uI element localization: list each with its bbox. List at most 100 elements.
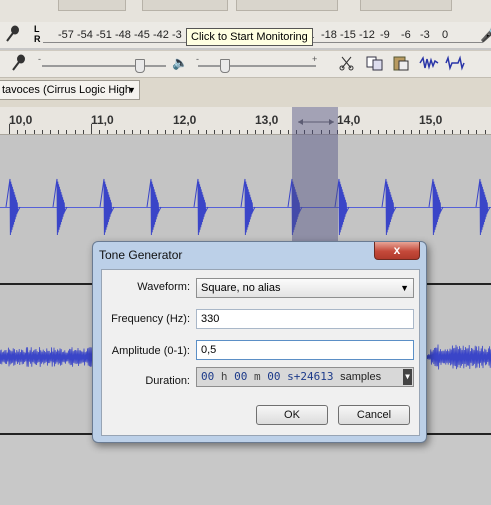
ruler-tick	[91, 124, 92, 134]
cancel-button[interactable]: Cancel	[338, 405, 410, 425]
ruler-tick	[75, 130, 76, 134]
ruler-tick	[419, 130, 420, 134]
ruler-tick	[378, 130, 379, 134]
ruler-tick	[230, 130, 231, 134]
duration-label: Duration:	[145, 375, 190, 387]
ruler-tick	[181, 130, 182, 134]
mixer-toolbar: - 🔈 - +	[0, 50, 491, 77]
ruler-tick	[476, 130, 477, 134]
microphone-icon[interactable]	[6, 25, 20, 46]
ruler-tick	[132, 130, 133, 134]
ruler-tick	[42, 130, 43, 134]
ruler-label: 12,0	[173, 113, 197, 127]
meter-scale-label: -51	[96, 29, 112, 41]
ruler-tick	[124, 130, 125, 134]
amplitude-input[interactable]: 0,5	[196, 340, 414, 360]
silence-audio-icon[interactable]	[444, 53, 466, 73]
meter-scale-label: -18	[321, 29, 337, 41]
ruler-label: 11,0	[91, 113, 114, 127]
ruler-tick	[9, 124, 10, 134]
waveform-spike	[475, 178, 491, 236]
ruler-tick	[403, 130, 404, 134]
timeline-ruler[interactable]: 10,0 11,0 12,0 13,0 14,0 15,0	[0, 107, 491, 135]
duration-time-control[interactable]: 00 h 00 m 00 s+24613 samples ▼	[196, 367, 414, 387]
ruler-tick	[271, 130, 272, 134]
ruler-tick	[66, 130, 67, 134]
toolbar-group-edge	[236, 0, 338, 11]
ruler-tick	[165, 130, 166, 134]
recording-device-select[interactable]: tavoces (Cirrus Logic High ▼	[0, 80, 140, 100]
dialog-body: Waveform: Square, no alias ▼ Frequency (…	[101, 269, 420, 436]
frequency-input[interactable]: 330	[196, 309, 414, 329]
waveform-value: Square, no alias	[201, 282, 281, 294]
copy-icon[interactable]	[364, 53, 386, 73]
ruler-tick	[427, 130, 428, 134]
ok-button[interactable]: OK	[256, 405, 328, 425]
meter-scale-label: -57	[58, 29, 74, 41]
output-volume-slider-thumb[interactable]	[219, 59, 230, 73]
chevron-down-icon: ▼	[400, 283, 409, 293]
ruler-tick	[222, 130, 223, 134]
ruler-tick	[34, 130, 35, 134]
slider-plus-icon: +	[312, 54, 318, 64]
ruler-tick	[247, 130, 248, 134]
ruler-tick	[239, 130, 240, 134]
toolbar-group-edge	[142, 0, 228, 11]
left-channel-label: L	[34, 24, 40, 34]
input-volume-slider-thumb[interactable]	[134, 59, 145, 73]
meter-scale-label: -45	[134, 29, 150, 41]
ruler-tick	[107, 130, 108, 134]
chevron-down-icon[interactable]: ▼	[403, 369, 412, 385]
ruler-label: 13,0	[255, 113, 279, 127]
ruler-tick	[411, 130, 412, 134]
ruler-tick	[394, 130, 395, 134]
ruler-tick	[148, 130, 149, 134]
toolbar-group-edge	[58, 0, 126, 11]
input-volume-slider-track[interactable]	[42, 65, 166, 67]
ruler-tick	[255, 130, 256, 134]
output-volume-slider-track[interactable]	[198, 65, 316, 67]
meter-scale-label: -42	[153, 29, 169, 41]
time-selection[interactable]	[292, 107, 338, 253]
frequency-label: Frequency (Hz):	[111, 313, 190, 325]
waveform-select[interactable]: Square, no alias ▼	[196, 278, 414, 298]
paste-icon[interactable]	[390, 53, 412, 73]
trim-audio-icon[interactable]	[418, 53, 440, 73]
meter-scale-label: 0	[442, 29, 449, 41]
track-1-waveform	[5, 178, 491, 236]
ruler-tick	[468, 130, 469, 134]
ruler-label: 14,0	[337, 113, 361, 127]
duration-samples-value: s+24613	[287, 370, 334, 383]
cut-icon[interactable]	[336, 53, 358, 73]
ruler-tick	[288, 130, 289, 134]
meter-scale-label: -15	[340, 29, 356, 41]
ruler-tick	[173, 130, 174, 134]
microphone-icon	[12, 54, 26, 75]
speaker-icon: 🔈	[172, 55, 189, 70]
duration-hours-unit: h	[220, 370, 228, 383]
ruler-tick	[17, 130, 18, 134]
close-button[interactable]: x	[374, 242, 420, 260]
waveform-spike	[428, 178, 444, 236]
ruler-tick	[214, 130, 215, 134]
ruler-label: 10,0	[9, 113, 33, 127]
recording-device-value: tavoces (Cirrus Logic High	[2, 84, 131, 96]
slider-minus-icon: -	[196, 54, 199, 64]
microphone-icon[interactable]: 🎤	[480, 24, 491, 44]
duration-hours: 00	[201, 370, 215, 383]
ruler-tick	[58, 130, 59, 134]
ruler-tick	[280, 130, 281, 134]
ruler-tick	[460, 130, 461, 134]
ruler-tick	[157, 130, 158, 134]
meter-scale-label: -3	[420, 29, 430, 41]
meter-scale-label: -9	[380, 29, 390, 41]
amplitude-label: Amplitude (0-1):	[111, 345, 190, 357]
duration-format: samples	[340, 371, 382, 383]
ruler-tick	[263, 130, 264, 134]
ruler-tick	[189, 130, 190, 134]
ruler-tick	[116, 130, 117, 134]
dialog-title: Tone Generator	[99, 248, 183, 262]
meter-scale-label: -12	[359, 29, 375, 41]
ruler-tick	[362, 130, 363, 134]
ruler-tick	[206, 130, 207, 134]
